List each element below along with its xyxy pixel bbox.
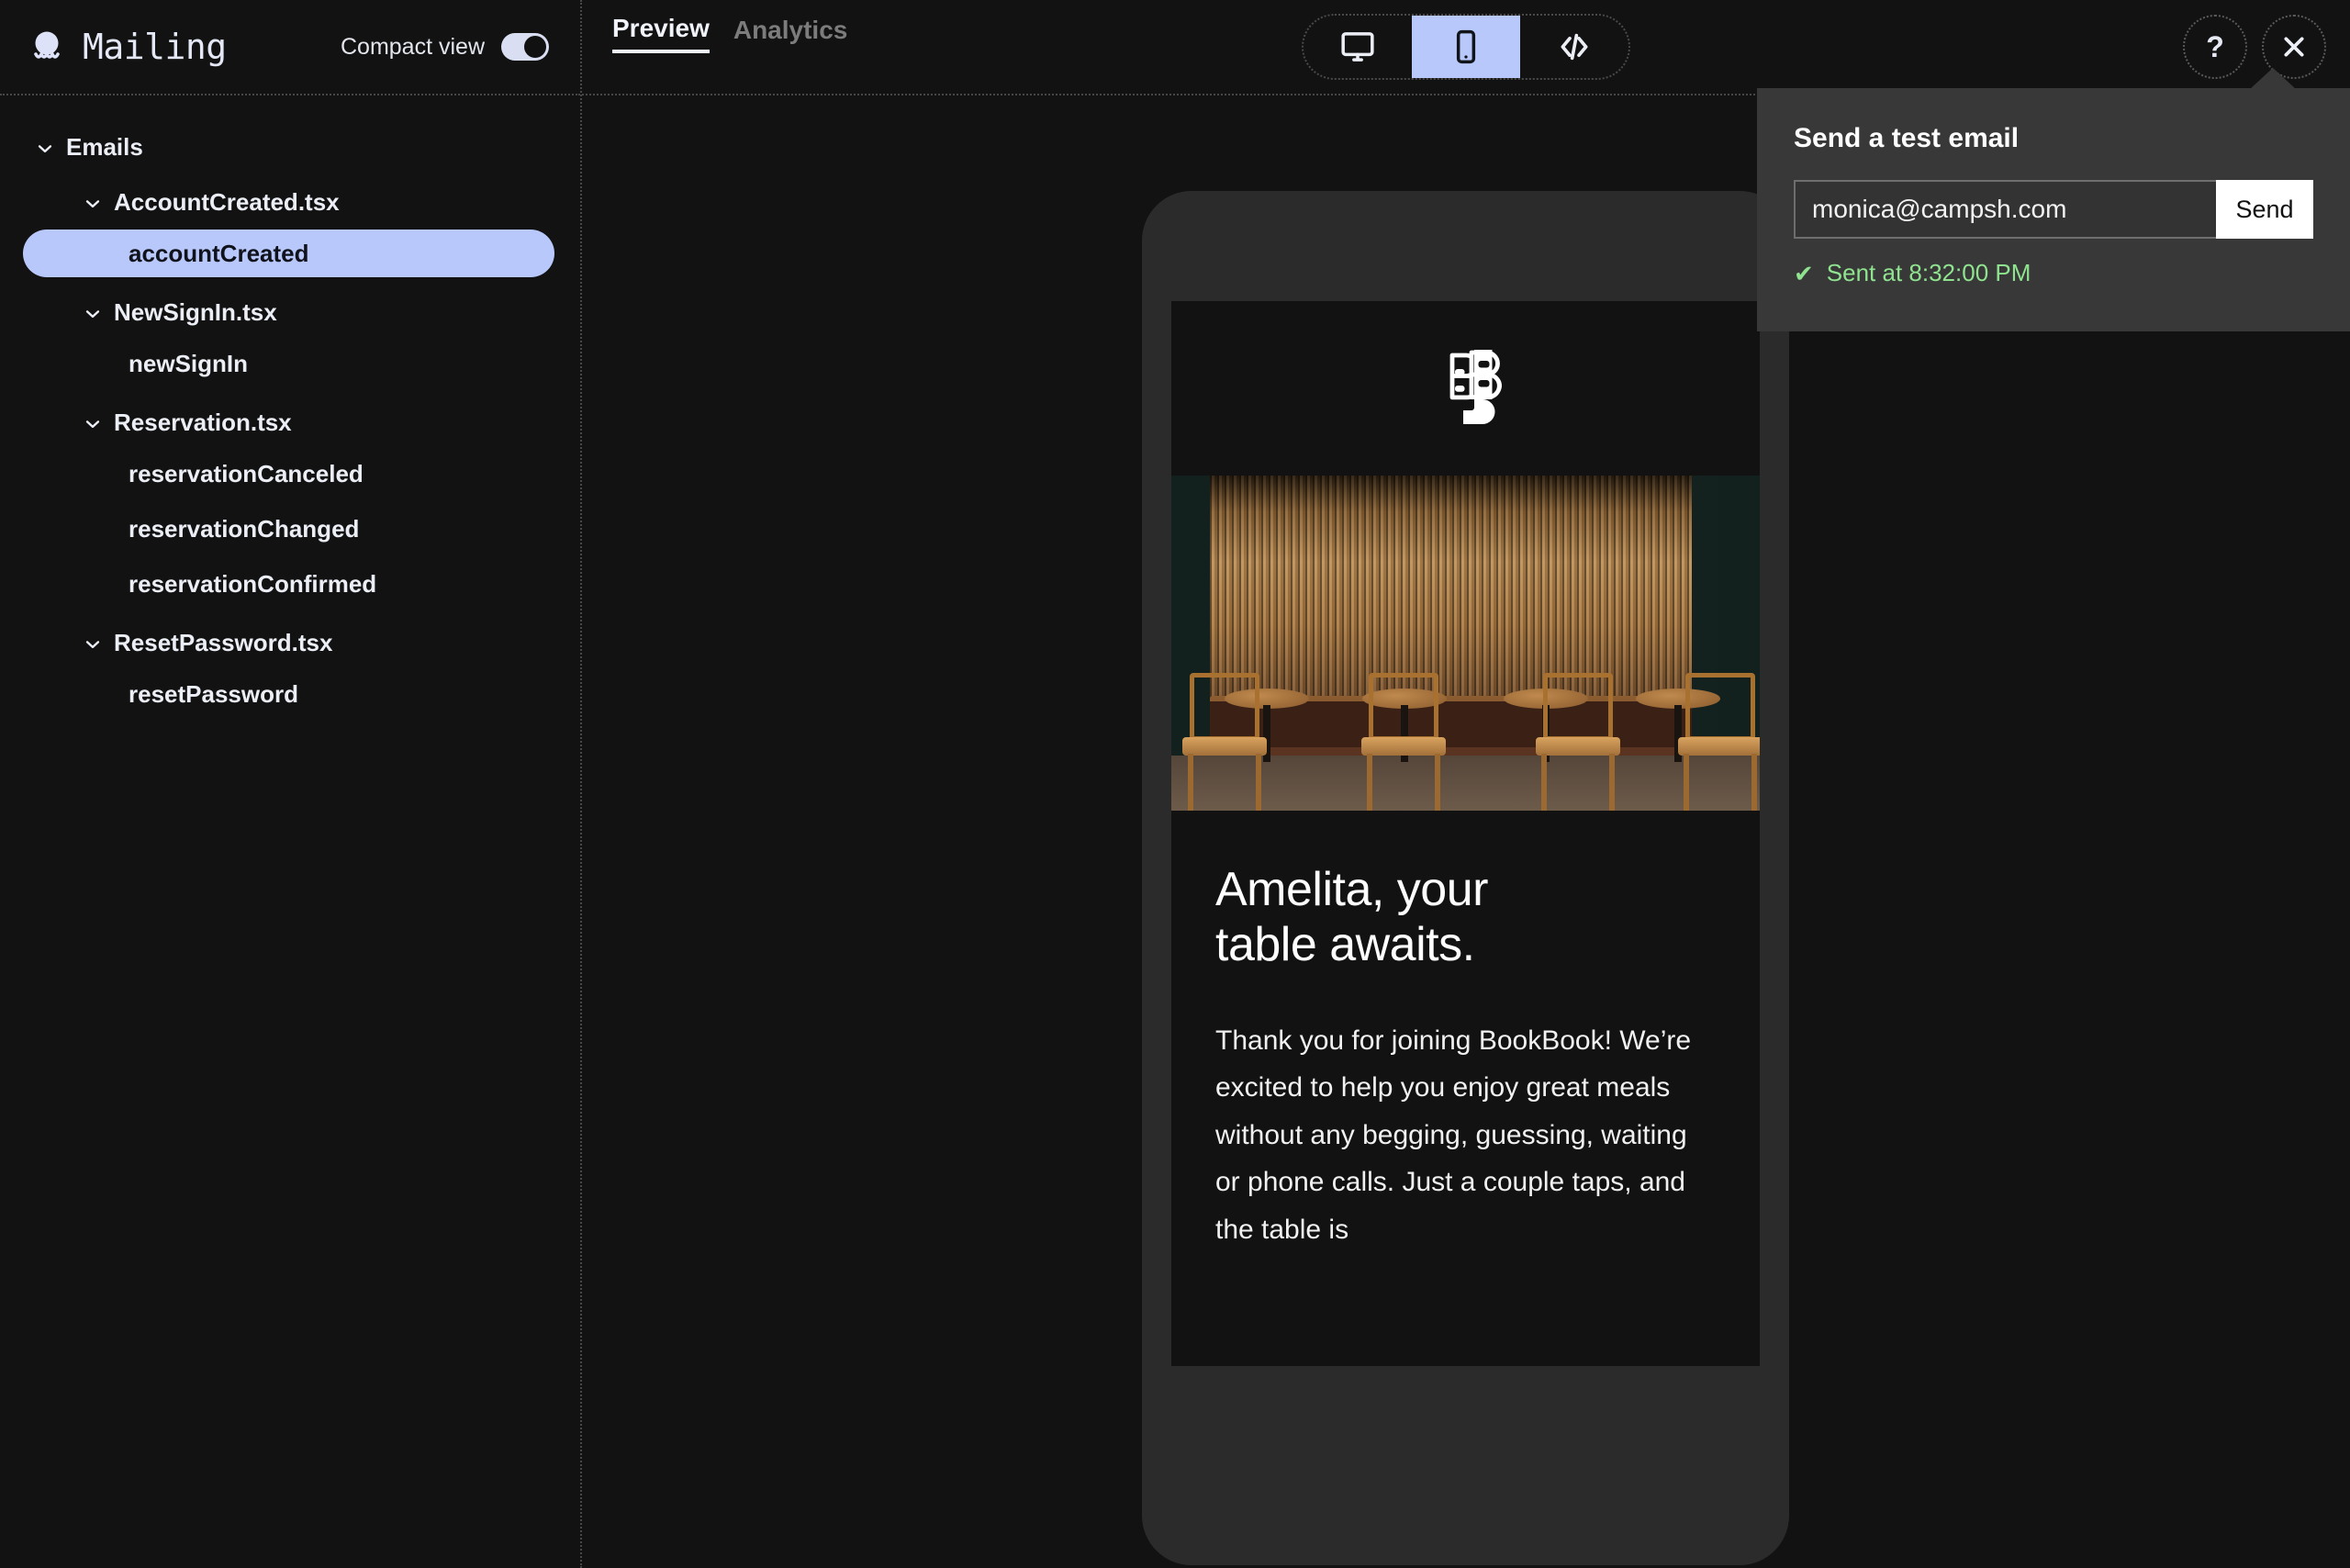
tree-folder-accountcreated-tsx[interactable]: AccountCreated.tsx xyxy=(0,174,580,230)
tree-item-label: reservationConfirmed xyxy=(129,569,377,598)
device-code-button[interactable] xyxy=(1520,16,1628,78)
check-icon: ✔ xyxy=(1794,259,1814,287)
sidebar-header: Mailing Compact view xyxy=(0,0,580,95)
tree-item-reservationCanceled[interactable]: reservationCanceled xyxy=(23,450,554,498)
sidebar: Mailing Compact view Emails AccountCreate… xyxy=(0,0,582,1568)
tree-folder-label: NewSignIn.tsx xyxy=(114,297,277,326)
tree-item-reservationConfirmed[interactable]: reservationConfirmed xyxy=(23,560,554,608)
email-body-text: Thank you for joining BookBook! We’re ex… xyxy=(1215,1025,1692,1245)
send-status: ✔ Sent at 8:32:00 PM xyxy=(1794,259,2313,287)
tree-item-accountCreated[interactable]: accountCreated xyxy=(23,230,554,277)
tree-folder-resetpassword-tsx[interactable]: ResetPassword.tsx xyxy=(0,615,580,670)
device-toggle-group xyxy=(1302,14,1630,80)
chevron-down-icon xyxy=(83,633,103,653)
monitor-icon xyxy=(1341,32,1374,62)
send-test-email-button[interactable]: Send xyxy=(2216,180,2313,239)
email-headline: Amelita, your table awaits. xyxy=(1215,863,1488,972)
code-icon xyxy=(1561,33,1588,61)
chevron-down-icon xyxy=(83,302,103,322)
device-desktop-button[interactable] xyxy=(1304,16,1412,78)
bookbook-logo-icon xyxy=(1446,350,1502,424)
tree-item-label: reservationChanged xyxy=(129,514,360,543)
send-status-text: Sent at 8:32:00 PM xyxy=(1826,259,2031,286)
close-icon xyxy=(2284,37,2304,57)
ghost-icon xyxy=(28,28,66,66)
tab-analytics[interactable]: Analytics xyxy=(733,16,848,51)
compact-view-toggle[interactable] xyxy=(501,33,549,61)
view-tabs: Preview Analytics xyxy=(582,0,847,94)
mailing-app-window: Mailing Compact view Emails AccountCreate… xyxy=(0,0,2350,1568)
popover-arrow xyxy=(2249,68,2297,90)
tree-folder-label: ResetPassword.tsx xyxy=(114,628,333,656)
tree-folder-label: AccountCreated.tsx xyxy=(114,187,340,216)
email-copy: Amelita, your table awaits. Thank you fo… xyxy=(1171,811,1760,1254)
restaurant-hero-image xyxy=(1171,476,1760,811)
tree-folder-newsignin-tsx[interactable]: NewSignIn.tsx xyxy=(0,285,580,340)
chevron-down-icon xyxy=(35,137,55,157)
help-button[interactable]: ? xyxy=(2183,15,2247,79)
tree-folder-label: Reservation.tsx xyxy=(114,408,292,436)
tree-item-label: newSignIn xyxy=(129,349,248,377)
tree-item-resetPassword[interactable]: resetPassword xyxy=(23,670,554,718)
test-email-input[interactable] xyxy=(1794,180,2216,239)
tree-item-label: resetPassword xyxy=(129,679,298,708)
top-toolbar: Preview Analytics ? xyxy=(582,0,2350,95)
tab-preview[interactable]: Preview xyxy=(612,14,710,53)
tree-folder-reservation-tsx[interactable]: Reservation.tsx xyxy=(0,395,580,450)
email-logo-area xyxy=(1171,301,1760,476)
tree-item-label: accountCreated xyxy=(129,239,309,267)
compact-view-control[interactable]: Compact view xyxy=(341,33,549,61)
mobile-device-frame: Amelita, your table awaits. Thank you fo… xyxy=(1142,191,1789,1565)
email-preview-screen: Amelita, your table awaits. Thank you fo… xyxy=(1171,301,1760,1366)
brand-name: Mailing xyxy=(83,27,227,67)
test-email-form: Send xyxy=(1794,180,2313,239)
tree-folder-label: Emails xyxy=(66,132,143,161)
tree-item-reservationChanged[interactable]: reservationChanged xyxy=(23,505,554,553)
chevron-down-icon xyxy=(83,192,103,212)
device-mobile-button[interactable] xyxy=(1412,16,1520,78)
chevron-down-icon xyxy=(83,412,103,432)
email-file-tree: Emails AccountCreated.tsx accountCreated Ne… xyxy=(0,95,580,725)
tree-item-label: reservationCanceled xyxy=(129,459,364,487)
tree-folder-emails[interactable]: Emails xyxy=(0,119,580,174)
phone-icon xyxy=(1456,29,1476,64)
send-test-email-popover: Send a test email Send ✔ Sent at 8:32:00… xyxy=(1757,88,2350,331)
popover-title: Send a test email xyxy=(1794,123,2020,153)
compact-view-label: Compact view xyxy=(341,33,485,60)
brand: Mailing xyxy=(28,27,227,67)
tree-item-newSignIn[interactable]: newSignIn xyxy=(23,340,554,387)
